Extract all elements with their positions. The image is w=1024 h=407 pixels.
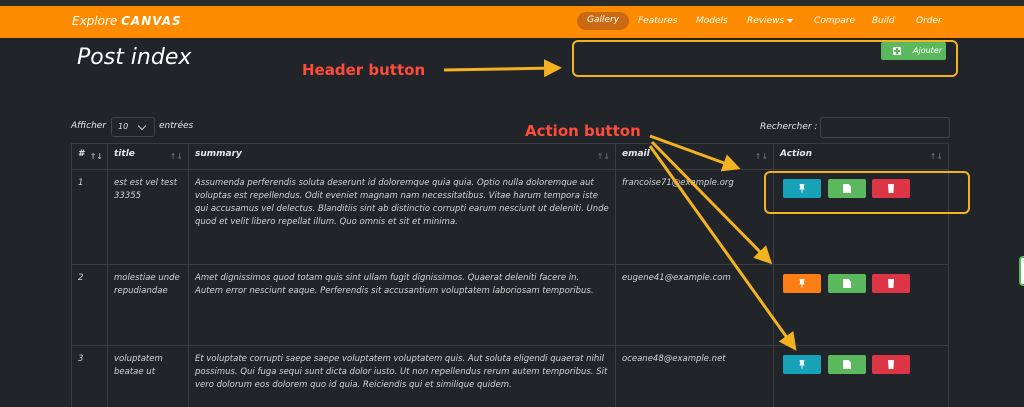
table-header-row: # ↑↓ title ↑↓ summary ↑↓ email ↑↓ Action ↑↓	[71, 143, 949, 170]
chevron-down-icon	[137, 121, 147, 131]
column-header-id[interactable]: # ↑↓	[71, 143, 108, 170]
nav-reviews-label: Reviews	[747, 16, 785, 26]
column-header-email[interactable]: email ↑↓	[615, 143, 774, 170]
column-label: summary	[195, 149, 242, 159]
action-button-highlight	[764, 171, 970, 214]
pin-button[interactable]	[783, 274, 821, 293]
column-header-summary[interactable]: summary ↑↓	[188, 143, 616, 170]
add-button-label: Ajouter	[913, 46, 943, 55]
cell-email: oceane48@example.net	[615, 345, 774, 407]
cell-title: molestiae unde repudiandae	[107, 264, 189, 346]
edit-button[interactable]	[828, 355, 866, 374]
sort-icon: ↑↓	[754, 152, 768, 161]
sort-icon: ↑↓	[596, 152, 610, 161]
delete-button[interactable]	[872, 274, 910, 293]
nav-compare[interactable]: Compare	[814, 16, 855, 26]
search-label: Rechercher :	[760, 122, 818, 132]
column-label: email	[622, 149, 650, 159]
nav-reviews[interactable]: Reviews	[747, 16, 794, 26]
brand-prefix: Explore	[72, 14, 118, 28]
pin-icon	[799, 279, 805, 288]
cell-title: est est vel test 33355	[107, 169, 189, 265]
cell-title: voluptatem beatae ut	[107, 345, 189, 407]
caret-down-icon	[787, 18, 794, 23]
brand-logo[interactable]: Explore CANVAS	[72, 14, 182, 28]
cell-summary: Assumenda perferendis soluta deserunt id…	[188, 169, 616, 265]
nav-build[interactable]: Build	[872, 16, 895, 26]
show-entries-label: Afficher	[71, 121, 107, 131]
add-button[interactable]: Ajouter	[881, 42, 946, 60]
table-row: 3 voluptatem beatae ut Et voluptate corr…	[71, 345, 949, 407]
edit-button[interactable]	[828, 274, 866, 293]
nav-features[interactable]: Features	[638, 16, 677, 26]
cell-actions	[773, 264, 949, 346]
cell-email: francoise71@example.org	[615, 169, 774, 265]
entries-label: entrées	[159, 121, 194, 131]
action-buttons	[780, 353, 942, 374]
arrow-to-header-button	[443, 59, 562, 78]
column-header-title[interactable]: title ↑↓	[107, 143, 189, 170]
plus-square-icon	[893, 47, 901, 55]
brand-name: CANVAS	[121, 14, 182, 28]
annotation-header-button: Header button	[302, 61, 426, 79]
edit-icon	[843, 279, 851, 288]
trash-icon	[888, 360, 894, 369]
cell-actions	[773, 345, 949, 407]
cell-id: 2	[71, 264, 108, 346]
page-size-select[interactable]: 10	[111, 117, 155, 137]
navbar: Explore CANVAS Gallery Features Models R…	[0, 6, 1024, 38]
column-label: Action	[780, 149, 813, 159]
action-buttons	[780, 272, 942, 293]
delete-button[interactable]	[872, 355, 910, 374]
sort-icon: ↑↓	[89, 152, 103, 161]
annotation-action-button: Action button	[525, 122, 641, 140]
trash-icon	[888, 279, 894, 288]
cell-summary: Amet dignissimos quod totam quis sint ul…	[188, 264, 616, 346]
nav-models[interactable]: Models	[696, 16, 728, 26]
cell-id: 3	[71, 345, 108, 407]
column-label: #	[78, 149, 85, 159]
sort-icon: ↑↓	[929, 152, 943, 161]
page-size-value: 10	[118, 122, 129, 131]
side-edge-tab[interactable]	[1019, 256, 1024, 286]
cell-id: 1	[71, 169, 108, 265]
table-row: 2 molestiae unde repudiandae Amet dignis…	[71, 264, 949, 346]
search-input[interactable]	[820, 117, 950, 138]
cell-summary: Et voluptate corrupti saepe saepe volupt…	[188, 345, 616, 407]
column-label: title	[114, 149, 135, 159]
edit-icon	[843, 360, 851, 369]
column-header-action[interactable]: Action ↑↓	[773, 143, 949, 170]
pin-button[interactable]	[783, 355, 821, 374]
pin-icon	[799, 360, 805, 369]
nav-gallery[interactable]: Gallery	[577, 12, 630, 30]
cell-email: eugene41@example.com	[615, 264, 774, 346]
page-title: Post index	[77, 45, 192, 70]
nav-order[interactable]: Order	[916, 16, 942, 26]
sort-icon: ↑↓	[169, 152, 183, 161]
